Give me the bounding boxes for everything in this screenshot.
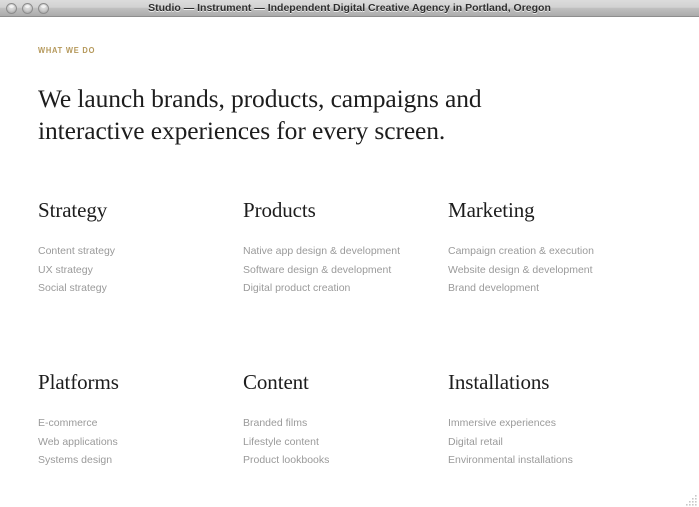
column-list: Native app design & development Software… <box>243 242 448 297</box>
page-content: WHAT WE DO We launch brands, products, c… <box>0 45 699 469</box>
column-list: Branded films Lifestyle content Product … <box>243 414 448 469</box>
list-item[interactable]: UX strategy <box>38 261 243 279</box>
list-item[interactable]: Brand development <box>448 279 661 297</box>
list-item[interactable]: Branded films <box>243 414 448 432</box>
column-title: Content <box>243 370 309 395</box>
headline-line-2: interactive experiences for every screen… <box>38 115 446 145</box>
column-title: Products <box>243 198 316 223</box>
list-item[interactable]: Environmental installations <box>448 451 661 469</box>
list-item[interactable]: E-commerce <box>38 414 243 432</box>
headline-line-1: We launch brands, products, campaigns an… <box>38 84 482 113</box>
list-item[interactable]: Immersive experiences <box>448 414 661 432</box>
window-titlebar[interactable]: Studio — Instrument — Independent Digita… <box>0 0 699 17</box>
column-list: Campaign creation & execution Website de… <box>448 242 661 297</box>
services-grid: Strategy Content strategy UX strategy So… <box>38 199 661 469</box>
page-viewport: WHAT WE DO We launch brands, products, c… <box>0 17 699 507</box>
list-item[interactable]: Software design & development <box>243 261 448 279</box>
column-list: Immersive experiences Digital retail Env… <box>448 414 661 469</box>
column-title: Marketing <box>448 198 535 223</box>
services-column-platforms: Platforms E-commerce Web applications Sy… <box>38 297 243 469</box>
list-item[interactable]: Campaign creation & execution <box>448 242 661 260</box>
page-headline: We launch brands, products, campaigns an… <box>38 83 508 146</box>
services-column-content: Content Branded films Lifestyle content … <box>243 297 448 469</box>
column-title: Strategy <box>38 198 108 223</box>
services-column-strategy: Strategy Content strategy UX strategy So… <box>38 199 243 297</box>
services-column-products: Products Native app design & development… <box>243 199 448 297</box>
list-item[interactable]: Digital retail <box>448 433 661 451</box>
resize-grip-icon[interactable] <box>685 493 698 506</box>
section-eyebrow: WHAT WE DO <box>38 45 96 55</box>
window-title: Studio — Instrument — Independent Digita… <box>148 2 551 14</box>
list-item[interactable]: Systems design <box>38 451 243 469</box>
list-item[interactable]: Website design & development <box>448 261 661 279</box>
list-item[interactable]: Product lookbooks <box>243 451 448 469</box>
column-title: Platforms <box>38 370 119 395</box>
list-item[interactable]: Content strategy <box>38 242 243 260</box>
services-column-installations: Installations Immersive experiences Digi… <box>448 297 661 469</box>
browser-window: Studio — Instrument — Independent Digita… <box>0 0 699 507</box>
list-item[interactable]: Digital product creation <box>243 279 448 297</box>
column-list: Content strategy UX strategy Social stra… <box>38 242 243 297</box>
list-item[interactable]: Lifestyle content <box>243 433 448 451</box>
services-column-marketing: Marketing Campaign creation & execution … <box>448 199 661 297</box>
list-item[interactable]: Web applications <box>38 433 243 451</box>
list-item[interactable]: Native app design & development <box>243 242 448 260</box>
list-item[interactable]: Social strategy <box>38 279 243 297</box>
column-title: Installations <box>448 370 550 395</box>
column-list: E-commerce Web applications Systems desi… <box>38 414 243 469</box>
